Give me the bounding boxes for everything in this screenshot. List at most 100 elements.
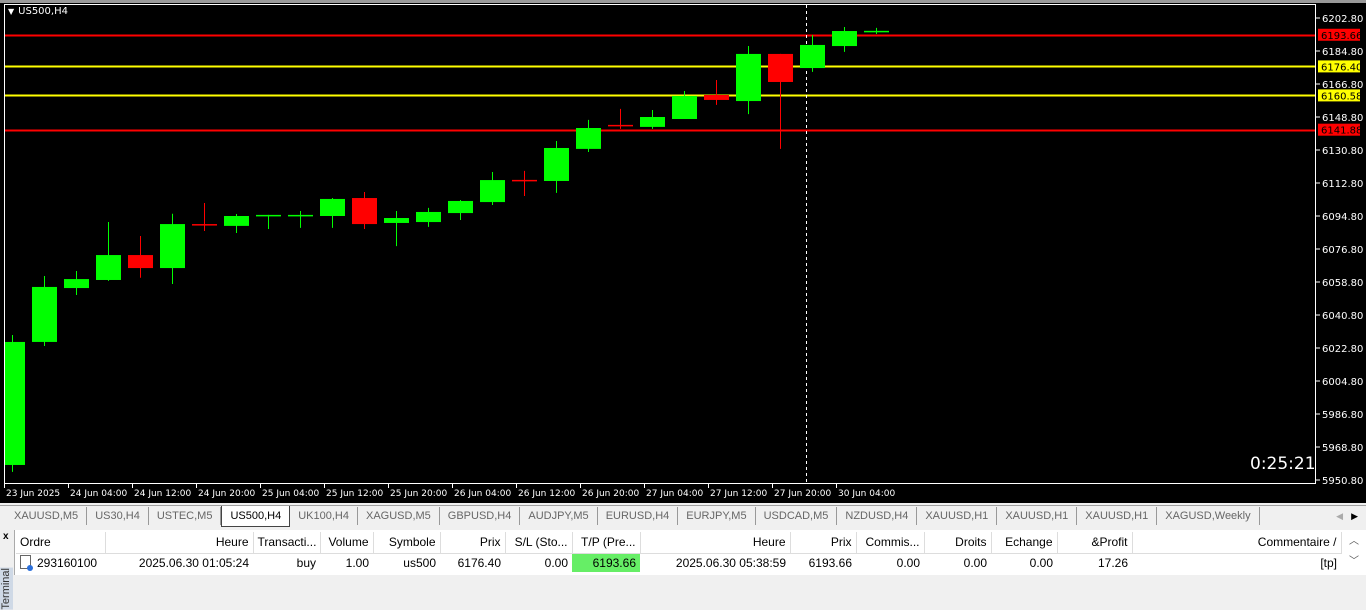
time-axis-label: 25 Jun 20:00 [390, 489, 447, 499]
table-cell: us500 [403, 555, 436, 570]
time-axis-label: 24 Jun 12:00 [134, 489, 191, 499]
candle-body [320, 198, 345, 216]
price-axis-label: 5950.80 [1322, 476, 1363, 487]
price-axis-label: 5968.80 [1322, 443, 1363, 454]
terminal-panel: x Terminal Ordre Heure Transacti... Volume S… [0, 530, 1366, 610]
tab-scroll-arrows: ◀ ▶ [1332, 511, 1366, 522]
chart-canvas[interactable]: 6202.80 6184.80 6166.80 6148.80 6130.80 6112.… [0, 0, 1366, 503]
time-axis-label: 27 Jun 20:00 [774, 489, 831, 499]
chart-tab[interactable]: XAUUSD,H1 [917, 507, 998, 525]
candle-body [672, 95, 697, 120]
price-level-tag-label: 6160.58 [1321, 91, 1362, 102]
chart-tab[interactable]: XAGUSD,M5 [358, 507, 440, 525]
candle [160, 213, 185, 285]
chart-tab[interactable]: EURJPY,M5 [678, 507, 756, 525]
column-header[interactable]: Commentaire / [1132, 532, 1342, 554]
chart-tab[interactable]: XAUUSD,H1 [997, 507, 1078, 525]
candle-body [96, 255, 121, 280]
vertical-scrollbar[interactable]: ︿ ﹀ [1342, 532, 1366, 575]
column-header[interactable]: Echange [991, 532, 1058, 554]
column-header[interactable]: Prix [440, 532, 506, 554]
time-axis-label: 25 Jun 12:00 [326, 489, 383, 499]
candle-body [32, 286, 57, 342]
chart-tab[interactable]: UK100,H4 [290, 507, 358, 525]
column-header[interactable]: Droits [924, 532, 992, 554]
column-header[interactable]: Volume [320, 532, 374, 554]
table-cell: 6193.66 [808, 555, 852, 570]
order-document-icon [20, 555, 33, 572]
scroll-left-icon[interactable]: ◀ [1336, 511, 1343, 522]
price-level-tag-label: 6176.40 [1321, 62, 1362, 73]
chart-tab[interactable]: AUDJPY,M5 [520, 507, 598, 525]
price-level-tag-label: 6193.66 [1321, 31, 1362, 42]
chart-tab[interactable]: US500,H4 [221, 505, 291, 527]
chart-tab[interactable]: XAGUSD,Weekly [1157, 507, 1260, 525]
candle-body [384, 218, 409, 223]
terminal-label: Terminal [0, 568, 13, 610]
chart-tab[interactable]: USTEC,M5 [149, 507, 222, 525]
table-row[interactable]: 293160100 2025.06.30 01:05:24 buy 1.00 us500… [16, 553, 1341, 572]
candle-body [544, 147, 569, 181]
chart-symbol-menu[interactable]: ▼ US500,H4 [8, 6, 68, 17]
candle [448, 200, 473, 221]
candle-body [64, 279, 89, 289]
price-level-tag-label: 6141.88 [1321, 126, 1362, 137]
candle-body [256, 214, 281, 217]
order-cell: 293160100 [16, 553, 105, 572]
price-axis-label: 6076.80 [1322, 245, 1363, 256]
column-header[interactable]: S/L (Sto... [505, 532, 573, 554]
candle [192, 202, 217, 232]
column-header[interactable]: T/P (Pre... [572, 532, 641, 554]
scroll-right-icon[interactable]: ▶ [1351, 511, 1358, 522]
candle [768, 53, 793, 149]
candle-body [640, 117, 665, 127]
candle [608, 108, 633, 129]
candle [480, 172, 505, 205]
column-header[interactable]: Heure [105, 532, 254, 554]
candle-body [128, 255, 153, 269]
table-cell: 6176.40 [457, 555, 501, 570]
column-header[interactable]: Commis... [856, 532, 925, 554]
candle [32, 275, 57, 346]
candle [352, 191, 377, 230]
price-axis-label: 5986.80 [1322, 410, 1363, 421]
chart-tab[interactable]: EURUSD,H4 [598, 507, 679, 525]
chart-tab[interactable]: US30,H4 [87, 507, 149, 525]
price-axis-label: 6058.80 [1322, 278, 1363, 289]
candle-body [480, 180, 505, 203]
scroll-down-icon[interactable]: ﹀ [1342, 552, 1366, 572]
price-chart[interactable]: 6202.80 6184.80 6166.80 6148.80 6130.80 6112.… [0, 0, 1366, 503]
scroll-up-icon[interactable]: ︿ [1342, 532, 1366, 552]
candle [864, 27, 889, 34]
history-table: Ordre Heure Transacti... Volume Symbole Prix S… [16, 532, 1342, 572]
chart-tab[interactable]: XAUUSD,M5 [0, 507, 88, 525]
column-header[interactable]: Transacti... [253, 532, 321, 554]
close-icon[interactable]: x [3, 531, 9, 542]
table-cell: 1.00 [345, 555, 369, 570]
candle-body [800, 44, 825, 69]
column-header[interactable]: Heure [640, 532, 791, 554]
column-header[interactable]: Ordre [16, 532, 106, 554]
time-axis-label: 30 Jun 04:00 [838, 489, 895, 499]
candle-body [864, 30, 889, 33]
time-axis-label: 26 Jun 04:00 [454, 489, 511, 499]
candle-body [352, 198, 377, 225]
plot-area [5, 5, 1315, 483]
candle-body [608, 124, 633, 127]
plot-frame [4, 4, 1316, 484]
chart-tab[interactable]: USDCAD,M5 [756, 507, 838, 525]
price-axis-label: 6202.80 [1322, 14, 1363, 25]
candle [544, 141, 569, 193]
column-header[interactable]: &Profit [1057, 532, 1133, 554]
candle [736, 46, 761, 115]
candle-body [160, 224, 185, 269]
table-cell: [tp] [1320, 555, 1337, 570]
chart-tab[interactable]: NZDUSD,H4 [837, 507, 918, 525]
column-header[interactable]: Symbole [373, 532, 441, 554]
chart-tab[interactable]: XAUUSD,H1 [1077, 507, 1158, 525]
column-header[interactable]: Prix [790, 532, 857, 554]
candle-body [512, 179, 537, 182]
table-cell: 0.00 [1029, 555, 1053, 570]
chart-tab[interactable]: GBPUSD,H4 [440, 507, 521, 525]
dropdown-triangle-icon[interactable]: ▼ [8, 7, 14, 16]
